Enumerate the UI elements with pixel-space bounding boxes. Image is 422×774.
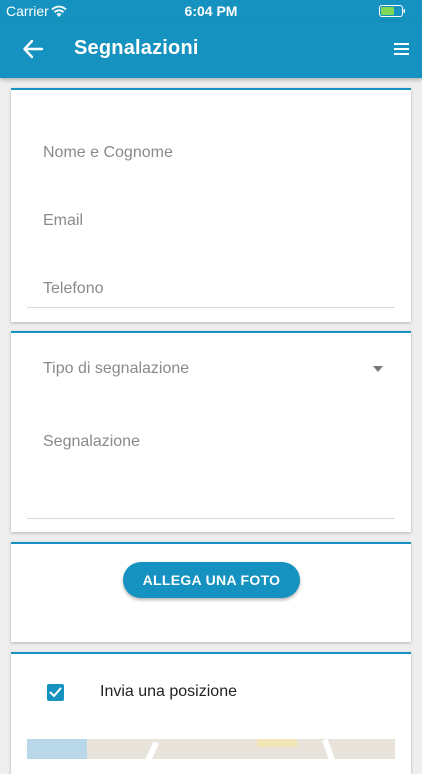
report-type-placeholder: Tipo di segnalazione <box>43 360 190 377</box>
map-road <box>322 739 338 759</box>
page-title: Segnalazioni <box>74 37 199 59</box>
report-underline <box>27 518 395 519</box>
send-position-label: Invia una posizione <box>100 683 237 700</box>
attach-photo-button[interactable]: ALLEGA UNA FOTO <box>123 562 300 598</box>
phone-input[interactable] <box>43 280 383 298</box>
map-area <box>257 739 297 747</box>
report-textarea[interactable] <box>43 433 383 503</box>
contact-card <box>11 88 411 322</box>
check-icon <box>49 687 62 697</box>
send-position-checkbox[interactable] <box>47 684 64 701</box>
battery-icon <box>379 5 405 17</box>
map-water <box>27 739 87 759</box>
photo-card: ALLEGA UNA FOTO <box>11 542 411 642</box>
name-input[interactable] <box>43 144 383 162</box>
caret-down-icon[interactable] <box>373 366 383 372</box>
hamburger-menu-icon[interactable] <box>394 42 409 56</box>
back-arrow-icon[interactable] <box>22 38 44 60</box>
map-road <box>140 741 160 759</box>
position-card: Invia una posizione <box>11 652 411 774</box>
report-type-select[interactable]: Tipo di segnalazione <box>43 360 383 378</box>
phone-underline <box>27 307 395 308</box>
email-input[interactable] <box>43 212 383 230</box>
status-bar: Carrier 6:04 PM <box>0 0 422 22</box>
app-bar: Segnalazioni <box>0 22 422 78</box>
report-card: Tipo di segnalazione <box>11 331 411 532</box>
clock: 6:04 PM <box>184 3 238 19</box>
map-view[interactable] <box>27 739 395 759</box>
